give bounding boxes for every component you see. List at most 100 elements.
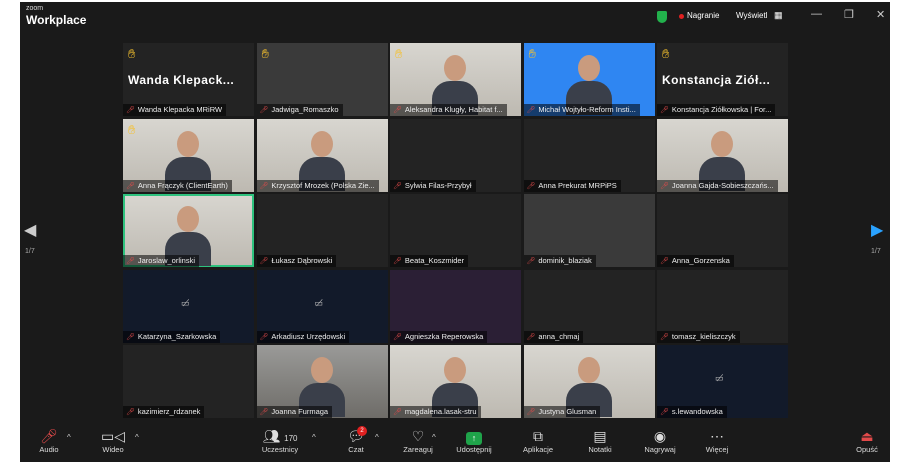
participant-tile[interactable]: 🎤︎ Sylwia Filas-Przybył <box>390 118 521 192</box>
record-icon: ◉ <box>653 428 667 444</box>
mic-muted-icon: 🎤︎ <box>393 182 402 190</box>
next-page-icon[interactable]: ▶ <box>871 220 883 240</box>
participant-name: Anna Frączyk (ClientEarth) <box>137 180 228 190</box>
participant-display-name: Konstancja Ziół... <box>662 73 771 87</box>
mic-muted-icon: 🎤︎ <box>660 333 669 341</box>
video-button[interactable]: ▭◁ Wideo <box>98 428 128 454</box>
participant-tile[interactable]: ✋︎ Wanda Klepack... 🎤︎ Wanda Klepacka MRiRW <box>123 43 254 116</box>
participant-tile[interactable]: 🎤︎ magdalena.lasak-stru <box>390 345 521 418</box>
more-button[interactable]: ⋯ Więcej <box>700 428 734 454</box>
participant-name: s.lewandowska <box>671 407 723 416</box>
view-button[interactable]: Wyświetl <box>736 11 767 20</box>
participant-tile[interactable]: 🎤︎ dominik_blaziak <box>523 194 655 267</box>
participant-name: anna_chmaj <box>538 331 580 341</box>
participant-tile[interactable]: 🎤︎ Krzysztof Mrozek (Polska Zie... <box>256 118 388 192</box>
participant-name: Krzysztof Mrozek (Polska Zie... <box>271 180 375 190</box>
mic-muted-icon: 🎤︎ <box>259 409 269 416</box>
participant-name: Sylwia Filas-Przybył <box>404 180 472 190</box>
person-head <box>711 130 733 157</box>
leave-button[interactable]: ⏏ Opuść <box>850 428 884 454</box>
participant-name-label: 🎤︎ Łukasz Dąbrowski <box>256 255 337 267</box>
participant-name: Arkadiusz Urzędowski <box>271 331 346 341</box>
participant-tile[interactable]: ▭̸ 🎤︎ s.lewandowska <box>657 345 788 418</box>
participant-name-label: 🎤︎ Arkadiusz Urzędowski <box>256 330 350 343</box>
restore-button[interactable]: ❐ <box>844 8 854 21</box>
participant-name: Justyna Glusman <box>538 407 597 416</box>
mic-muted-icon: 🎤︎ <box>259 182 269 190</box>
prev-page-icon[interactable]: ◀ <box>24 220 36 240</box>
participant-tile[interactable]: 🎤︎ anna_chmaj <box>523 269 655 343</box>
page-indicator-right: 1/7 <box>871 248 881 255</box>
participant-name-label: 🎤︎ Jadwiga_Romaszko <box>256 104 343 116</box>
participant-tile[interactable]: 🎤︎ Beata_Koszmider <box>390 194 521 267</box>
participant-tile[interactable]: 🎤︎ Anna Prekurat MRPiPS <box>523 118 655 192</box>
react-options-chevron-icon[interactable]: ^ <box>432 433 436 442</box>
participant-name: Katarzyna_Szarkowska <box>137 331 217 341</box>
mic-muted-icon: 🎤︎ <box>393 258 402 265</box>
participant-tile[interactable]: 🎤︎ kazimierz_rdzanek <box>123 345 254 418</box>
mic-muted-icon: 🎤︎ <box>126 182 135 190</box>
raised-hand-icon: ✋︎ <box>128 121 136 137</box>
mic-muted-icon: 🎤︎ <box>660 182 669 190</box>
participant-name-label: 🎤︎ Krzysztof Mrozek (Polska Zie... <box>256 179 379 192</box>
title-bar: zoom Workplace Nagranie Wyświetl ▦ — ❐ ✕ <box>20 2 890 32</box>
participant-tile[interactable]: 🎤︎ Łukasz Dąbrowski <box>256 194 388 267</box>
participant-name-label: 🎤︎ Jaroslaw_orlinski <box>123 255 199 267</box>
participants-button[interactable]: 👥︎ 170 Uczestnicy <box>256 428 304 454</box>
person-head <box>310 357 333 383</box>
shield-icon[interactable] <box>657 11 667 23</box>
share-button[interactable]: ↑ Udostępnij <box>452 428 496 454</box>
participant-name-label: 🎤︎ tomasz_kieliszczyk <box>657 330 740 343</box>
participant-tile[interactable]: ✋︎ 🎤︎ Aleksandra Klugły, Habitat f... <box>390 43 521 116</box>
raised-hand-icon: ✋︎ <box>528 46 536 61</box>
minimize-button[interactable]: — <box>811 8 822 20</box>
audio-options-chevron-icon[interactable]: ^ <box>67 433 71 442</box>
record-button[interactable]: ◉ Nagrywaj <box>640 428 680 454</box>
notes-button[interactable]: ▤ Notatki <box>583 428 617 454</box>
mic-muted-icon: 🎤︎ <box>526 107 536 114</box>
participant-tile[interactable]: ✋︎ Konstancja Ziół... 🎤︎ Konstancja Ziółkow… <box>657 43 788 116</box>
participant-name: magdalena.lasak-stru <box>404 407 477 416</box>
participant-tile[interactable]: 🎤︎ tomasz_kieliszczyk <box>657 269 788 343</box>
participant-name: Jaroslaw_orlinski <box>137 256 195 265</box>
person-head <box>577 357 600 383</box>
chat-unread-badge: 2 <box>357 426 367 436</box>
participant-tile[interactable]: 🎤︎ Joanna Gajda-Sobieszczańs... <box>657 118 788 192</box>
participant-name: Jadwiga_Romaszko <box>271 105 339 114</box>
apps-button[interactable]: ⧉ Aplikacje <box>518 428 558 454</box>
raised-hand-icon: ✋︎ <box>261 46 269 61</box>
react-button[interactable]: ♡ Zareaguj <box>400 428 436 454</box>
participant-tile[interactable]: ✋︎ 🎤︎ Jadwiga_Romaszko <box>256 43 388 116</box>
app-logo: Workplace <box>26 13 87 27</box>
chat-options-chevron-icon[interactable]: ^ <box>375 433 379 442</box>
participant-name: Beata_Koszmider <box>404 256 465 265</box>
participants-options-chevron-icon[interactable]: ^ <box>312 433 316 442</box>
participant-tile[interactable]: 🎤︎ Agnieszka Reperowska <box>390 269 521 343</box>
recording-indicator[interactable]: Nagranie <box>687 11 719 20</box>
participant-tile[interactable]: 🎤︎ Joanna Furmaga <box>256 345 388 418</box>
participant-tile[interactable]: ✋︎ 🎤︎ Michał Wojtyło-Reform Insti... <box>523 43 655 116</box>
participant-tile[interactable]: 🎤︎ Justyna Glusman <box>523 345 655 418</box>
people-icon: 👥︎ <box>262 428 281 444</box>
person-head <box>177 206 199 232</box>
mic-muted-icon: 🎤︎ <box>660 409 669 416</box>
participant-display-name: Wanda Klepack... <box>128 73 235 87</box>
mic-muted-icon: 🎤︎ <box>526 409 536 416</box>
participant-tile[interactable]: ▭̸ 🎤︎ Arkadiusz Urzędowski <box>256 269 388 343</box>
video-options-chevron-icon[interactable]: ^ <box>135 433 139 442</box>
audio-button[interactable]: 🎤︎ Audio <box>34 428 64 454</box>
participant-name-label: 🎤︎ Agnieszka Reperowska <box>390 330 488 343</box>
participant-tile[interactable]: ▭̸ 🎤︎ Katarzyna_Szarkowska <box>123 269 254 343</box>
participant-tile[interactable]: 🎤︎ Jaroslaw_orlinski <box>123 194 254 267</box>
participant-tile[interactable]: ✋︎ 🎤︎ Anna Frączyk (ClientEarth) <box>123 118 254 192</box>
participant-name: Aleksandra Klugły, Habitat f... <box>404 105 503 114</box>
camera-off-icon: ▭̸ <box>181 297 190 308</box>
participant-name-label: 🎤︎ s.lewandowska <box>657 406 727 418</box>
participant-tile[interactable]: 🎤︎ Anna_Gorzenska <box>657 194 788 267</box>
mic-muted-icon: 🎤︎ <box>126 333 135 341</box>
close-button[interactable]: ✕ <box>876 8 885 21</box>
participant-name-label: 🎤︎ Anna Prekurat MRPiPS <box>523 179 621 192</box>
participant-name-label: 🎤︎ kazimierz_rdzanek <box>123 406 205 418</box>
mic-muted-icon: 🎤︎ <box>40 428 58 444</box>
grid-icon[interactable]: ▦ <box>774 10 783 21</box>
